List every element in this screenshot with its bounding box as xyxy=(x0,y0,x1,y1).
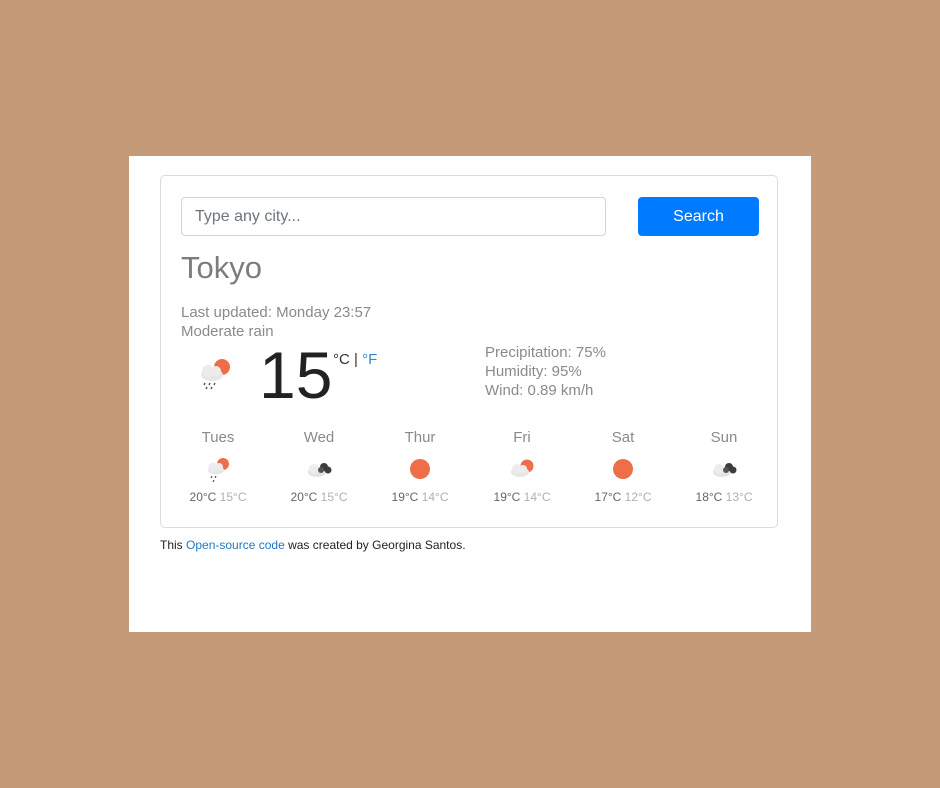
forecast-day: Tues 20°C 15°C xyxy=(168,428,268,504)
wind: Wind: 0.89 km/h xyxy=(485,382,594,399)
forecast-min-temp: 15°C xyxy=(320,490,348,504)
forecast-day-name: Thur xyxy=(404,429,436,446)
forecast-temps: 20°C 15°C xyxy=(269,490,369,504)
forecast-max-temp: 19°C xyxy=(493,490,521,504)
forecast-max-temp: 17°C xyxy=(594,490,622,504)
celsius-unit: °C xyxy=(333,351,350,368)
forecast-max-temp: 20°C xyxy=(290,490,318,504)
footer-prefix: This xyxy=(160,538,183,552)
fahrenheit-link[interactable]: °F xyxy=(362,351,377,368)
dark-clouds-icon xyxy=(308,463,332,477)
city-search-input[interactable] xyxy=(181,197,606,236)
forecast-min-temp: 15°C xyxy=(219,490,247,504)
forecast-day: Sat 17°C 12°C xyxy=(573,428,673,504)
forecast-min-temp: 14°C xyxy=(421,490,449,504)
open-source-link[interactable]: Open-source code xyxy=(186,538,285,552)
last-updated: Last updated: Monday 23:57 xyxy=(181,304,372,321)
forecast-day-name: Fri xyxy=(513,429,531,446)
forecast-temps: 20°C 15°C xyxy=(168,490,268,504)
cloud-sun-icon xyxy=(511,459,534,477)
search-button[interactable]: Search xyxy=(638,197,759,236)
forecast-day: Thur 19°C 14°C xyxy=(370,428,470,504)
forecast-max-temp: 20°C xyxy=(189,490,217,504)
rain-cloud-sun-icon xyxy=(201,359,230,390)
unit-toggle: °C | °F xyxy=(333,351,377,368)
rain-cloud-sun-icon xyxy=(208,458,229,483)
sun-icon xyxy=(613,459,633,479)
dark-clouds-icon xyxy=(713,463,737,477)
forecast-temps: 18°C 13°C xyxy=(674,490,774,504)
forecast-day: Wed 20°C 15°C xyxy=(269,428,369,504)
forecast-day-name: Tues xyxy=(201,429,235,446)
unit-separator: | xyxy=(354,351,358,368)
forecast-day: Sun 18°C 13°C xyxy=(674,428,774,504)
forecast-temps: 19°C 14°C xyxy=(370,490,470,504)
forecast-max-temp: 19°C xyxy=(391,490,419,504)
footer-credit: This Open-source code was created by Geo… xyxy=(160,538,466,552)
app-container: Search Tokyo Last updated: Monday 23:57 … xyxy=(129,156,811,632)
humidity: Humidity: 95% xyxy=(485,363,582,380)
weather-details: Precipitation: 75% Humidity: 95% Wind: 0… xyxy=(485,343,606,400)
forecast-day: Fri 19°C 14°C xyxy=(472,428,572,504)
forecast-min-temp: 13°C xyxy=(725,490,753,504)
forecast-min-temp: 14°C xyxy=(523,490,551,504)
current-temperature: 15 xyxy=(259,338,333,412)
forecast-min-temp: 12°C xyxy=(624,490,652,504)
forecast-temps: 19°C 14°C xyxy=(472,490,572,504)
forecast-day-name: Wed xyxy=(303,429,335,446)
weather-card: Search Tokyo Last updated: Monday 23:57 … xyxy=(160,175,778,528)
forecast-day-name: Sun xyxy=(710,429,738,446)
city-name: Tokyo xyxy=(181,250,262,285)
forecast-temps: 17°C 12°C xyxy=(573,490,673,504)
precipitation: Precipitation: 75% xyxy=(485,344,606,361)
sun-icon xyxy=(410,459,430,479)
forecast-max-temp: 18°C xyxy=(695,490,723,504)
footer-suffix: was created by Georgina Santos. xyxy=(288,538,466,552)
forecast-day-name: Sat xyxy=(611,429,635,446)
forecast-row: Tues 20°C 15°C Wed 20°C 15°C Thur 19°C 14°C Fr… xyxy=(161,428,779,518)
